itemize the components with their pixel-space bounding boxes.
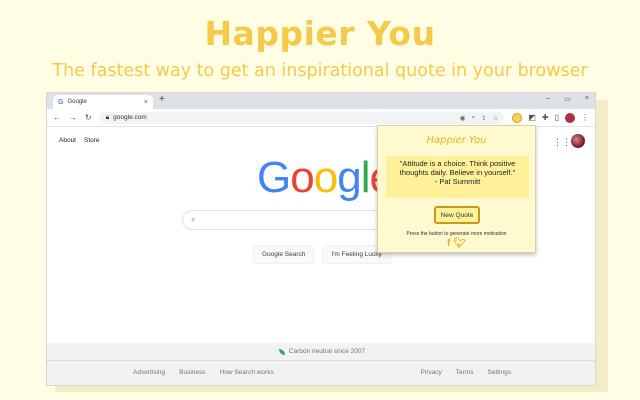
happier-you-extension-icon[interactable] (512, 112, 523, 123)
location-icon[interactable]: ◉ (460, 114, 466, 122)
logo-letter: g (337, 153, 362, 202)
advertising-link[interactable]: Advertising (133, 369, 165, 376)
account-avatar[interactable] (571, 134, 585, 148)
how-search-works-link[interactable]: How Search works (220, 369, 274, 376)
privacy-link[interactable]: Privacy (420, 369, 441, 376)
popup-title: Happier You (426, 135, 487, 146)
twitter-icon[interactable]: 🐦︎ (453, 239, 466, 249)
google-logo: Google (257, 153, 394, 203)
google-search-button[interactable]: Google Search (253, 245, 315, 264)
profile-avatar-icon[interactable] (565, 112, 575, 123)
extensions-puzzle-icon[interactable]: ✚ (542, 113, 549, 122)
leaf-icon (278, 348, 285, 355)
bookmark-star-icon[interactable]: ☆ (493, 114, 499, 122)
google-footer: Carbon neutral since 2007 Advertising Bu… (47, 343, 595, 385)
window-controls: – ▭ × (546, 95, 589, 103)
facebook-icon[interactable]: f (447, 239, 450, 249)
extension-popup: Happier You "Attitude is a choice. Think… (377, 125, 536, 253)
promo-title: Happier You (204, 14, 436, 53)
address-url: google.com (113, 114, 147, 121)
zoom-icon[interactable]: ⌕ (471, 114, 475, 122)
quote-box: "Attitude is a choice. Think positive th… (386, 156, 529, 198)
quote-author: - Pat Summitt (434, 177, 481, 186)
new-quote-button[interactable]: New Quote (434, 206, 480, 224)
minimize-button[interactable]: – (546, 95, 550, 103)
share-icon[interactable]: ⇪ (481, 114, 486, 122)
close-window-button[interactable]: × (585, 95, 589, 103)
terms-link[interactable]: Terms (456, 369, 474, 376)
search-icon: ⌕ (191, 215, 196, 224)
lock-icon: 🔒︎ (105, 113, 110, 121)
extension-icon[interactable]: ◩ (528, 113, 536, 122)
promo-subtitle: The fastest way to get an inspirational … (52, 61, 588, 81)
business-link[interactable]: Business (179, 369, 205, 376)
menu-kebab-icon[interactable]: ⋮ (581, 113, 589, 122)
google-favicon-icon: G (58, 98, 64, 106)
tab-title: Google (67, 99, 87, 105)
forward-icon[interactable]: → (69, 113, 77, 122)
extension-area: ◩ ✚ ▯ ⋮ (512, 112, 589, 123)
about-link[interactable]: About (59, 137, 76, 144)
social-links: f 🐦︎ (378, 239, 535, 249)
sidepanel-icon[interactable]: ▯ (555, 113, 559, 122)
tab-google[interactable]: G Google × (53, 95, 153, 109)
apps-grid-icon[interactable]: ⋮⋮ (553, 137, 571, 148)
store-link[interactable]: Store (84, 137, 100, 144)
tab-close-icon[interactable]: × (144, 99, 148, 106)
settings-link[interactable]: Settings (488, 369, 512, 376)
logo-letter: G (257, 153, 291, 202)
logo-letter: o (313, 153, 339, 202)
back-icon[interactable]: ← (53, 113, 61, 122)
logo-letter: o (290, 153, 315, 202)
top-links: About Store (59, 137, 100, 144)
reload-icon[interactable]: ↻ (85, 113, 92, 122)
carbon-neutral-text[interactable]: Carbon neutral since 2007 (289, 348, 365, 355)
restore-button[interactable]: ▭ (564, 95, 571, 103)
address-bar[interactable]: 🔒︎ google.com ◉ ⌕ ⇪ ☆ (99, 111, 505, 124)
popup-hint: Press the button to generate more motiva… (406, 231, 507, 237)
new-tab-button[interactable]: + (159, 94, 165, 105)
tab-strip: G Google × + – ▭ × (47, 93, 595, 109)
search-buttons: Google Search I'm Feeling Lucky (253, 245, 391, 264)
quote-text: "Attitude is a choice. Think positive th… (399, 159, 516, 177)
